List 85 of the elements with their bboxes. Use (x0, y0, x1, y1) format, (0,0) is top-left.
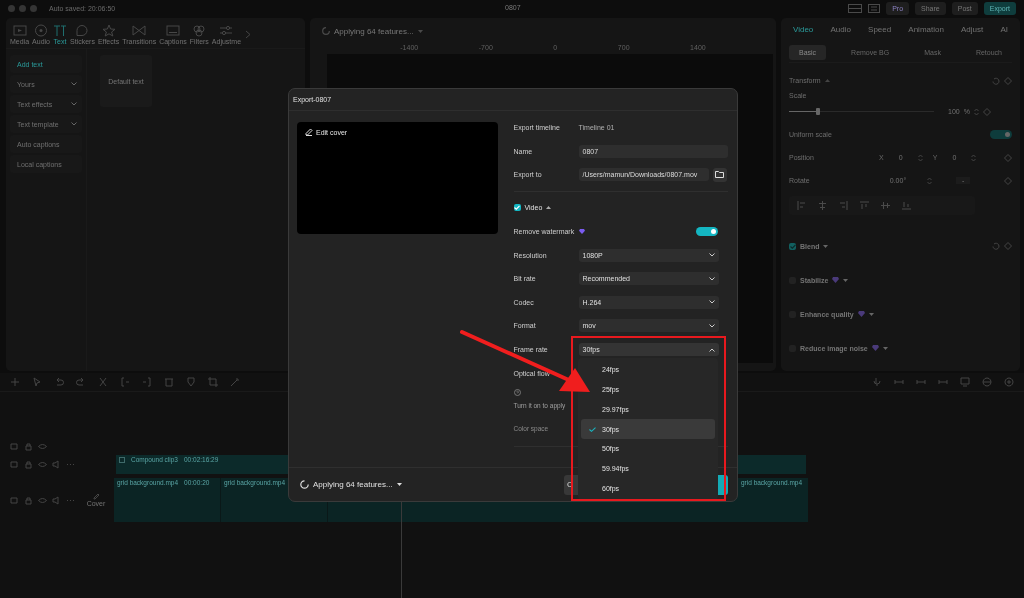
folder-icon (715, 171, 724, 179)
inspector-tab[interactable]: AI (1000, 24, 1008, 34)
align-icon[interactable] (902, 201, 911, 210)
align-icon[interactable] (881, 201, 890, 210)
captions-icon (165, 24, 180, 37)
reset-icon[interactable] (992, 242, 1000, 250)
browse-button[interactable] (712, 168, 727, 182)
disc-icon (34, 24, 49, 37)
sticker-icon (75, 24, 90, 37)
link-icon[interactable] (938, 377, 948, 387)
lock-icon[interactable] (24, 460, 33, 469)
inspector-tab[interactable]: Video (793, 24, 814, 34)
chevron-up-icon[interactable] (546, 206, 552, 210)
spinner-icon (322, 27, 330, 35)
align-icon[interactable] (818, 201, 827, 210)
inspector-tab[interactable]: Speed (868, 24, 892, 34)
lock-icon[interactable] (24, 495, 33, 505)
crop-icon[interactable] (208, 377, 218, 387)
lock-icon[interactable] (24, 442, 33, 451)
chevron-down-icon (843, 278, 849, 282)
check-icon (514, 205, 520, 211)
trash-icon[interactable] (164, 377, 174, 387)
check-icon (789, 243, 796, 249)
chevron-down-icon (882, 346, 888, 350)
pencil-icon (92, 493, 100, 500)
plus-icon[interactable] (10, 377, 20, 387)
speaker-icon[interactable] (52, 460, 61, 469)
square-icon[interactable] (10, 495, 19, 505)
circles-icon (192, 24, 207, 37)
sliders-icon (219, 24, 234, 37)
layout-icon[interactable] (848, 4, 863, 13)
chevron-down-icon (823, 244, 829, 248)
eye-icon[interactable] (38, 495, 47, 505)
text-icon (53, 24, 67, 37)
stepper-icon[interactable] (927, 176, 932, 185)
list-icon[interactable] (868, 4, 881, 13)
shield-icon[interactable] (186, 377, 196, 387)
square-icon[interactable] (10, 442, 19, 451)
chevron-down-icon (708, 276, 715, 281)
square-icon[interactable] (10, 460, 19, 469)
stepper-icon[interactable] (973, 107, 979, 116)
clip-icon (119, 456, 125, 463)
chevron-down-icon (417, 29, 423, 33)
inspector-tab[interactable]: Animation (908, 24, 944, 34)
checkbox[interactable] (789, 242, 796, 250)
pencil-icon (305, 128, 313, 136)
bracket-icon[interactable] (120, 377, 130, 387)
inspector-tab[interactable]: Audio (830, 24, 851, 34)
split-icon[interactable] (98, 377, 108, 387)
link-icon[interactable] (916, 377, 926, 387)
spinner-icon (300, 480, 309, 489)
chevron-right-icon[interactable] (245, 30, 252, 39)
inspector-tab[interactable]: Adjust (961, 24, 984, 34)
align-icon[interactable] (839, 201, 848, 210)
toggle-switch[interactable] (696, 227, 718, 237)
align-icon[interactable] (797, 201, 806, 210)
chevron-down-icon (708, 253, 715, 258)
zoom-out-icon[interactable] (982, 377, 992, 387)
reset-icon[interactable] (992, 76, 1000, 85)
mic-icon[interactable] (872, 377, 882, 387)
stepper-icon[interactable] (971, 153, 977, 162)
align-icon[interactable] (860, 201, 869, 210)
chevron-up-icon (824, 79, 830, 82)
help-icon[interactable] (513, 388, 521, 396)
processing-status: Applying 64 features... (334, 26, 414, 36)
chevron-down-icon (396, 483, 402, 486)
redo-icon[interactable] (76, 377, 86, 387)
chevron-down-icon (868, 312, 874, 316)
bowtie-icon (132, 24, 147, 37)
star-icon (101, 24, 116, 37)
speaker-icon[interactable] (52, 495, 61, 505)
undo-icon[interactable] (54, 377, 64, 387)
toggle-switch[interactable] (990, 130, 1012, 139)
image-icon (12, 24, 27, 37)
stepper-icon[interactable] (917, 153, 923, 162)
link-icon[interactable] (894, 377, 904, 387)
bracket-icon[interactable] (142, 377, 152, 387)
monitor-icon[interactable] (960, 377, 970, 387)
wand-icon[interactable] (230, 377, 240, 387)
check-icon (589, 426, 596, 432)
chevron-up-icon (708, 347, 715, 352)
chevron-down-icon (708, 300, 715, 305)
pointer-icon[interactable] (32, 377, 42, 387)
chevron-down-icon (708, 323, 715, 328)
slider-thumb[interactable] (816, 108, 820, 115)
